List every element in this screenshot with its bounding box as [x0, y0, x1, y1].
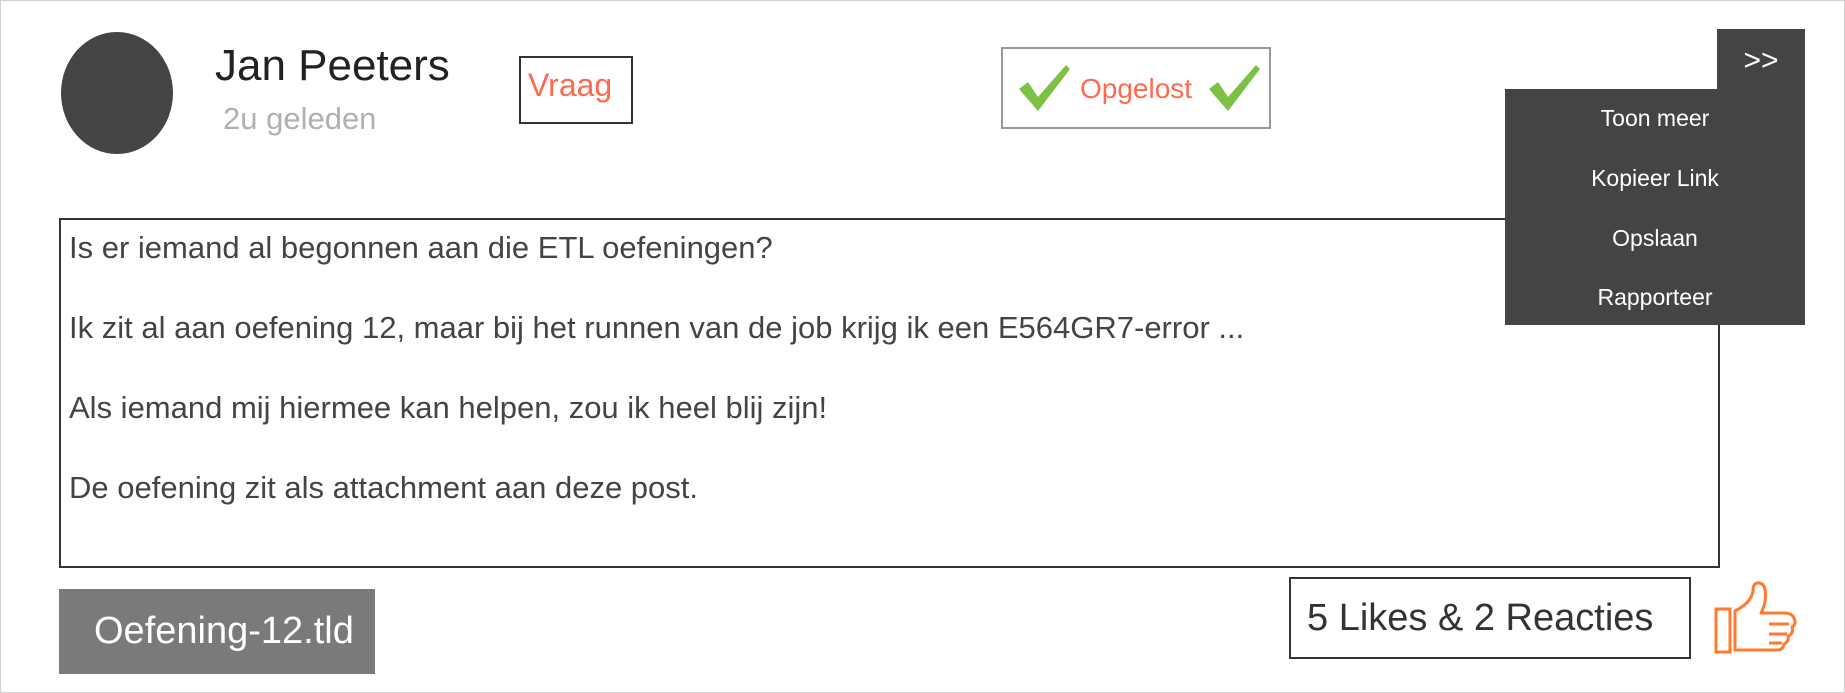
likes-reactions-summary[interactable]: 5 Likes & 2 Reacties [1289, 577, 1691, 659]
menu-toggle-button[interactable]: >> [1717, 29, 1805, 93]
status-label: Opgelost [1080, 73, 1193, 104]
menu-item-kopieer-link[interactable]: Kopieer Link [1505, 165, 1805, 192]
checkmark-icon [1019, 65, 1070, 111]
post-paragraph: Is er iemand al begonnen aan die ETL oef… [69, 230, 773, 265]
post-paragraph: De oefening zit als attachment aan deze … [69, 470, 699, 505]
author-name[interactable]: Jan Peeters [215, 41, 450, 91]
post-paragraph: Als iemand mij hiermee kan helpen, zou i… [69, 390, 828, 425]
post-card: Jan Peeters 2u geleden Vraag Opgelost Is… [0, 0, 1845, 693]
post-body: Is er iemand al begonnen aan die ETL oef… [59, 218, 1720, 568]
attachment-download-button[interactable]: Oefening-12.tld [59, 589, 375, 674]
post-timestamp: 2u geleden [223, 101, 377, 136]
post-paragraph: Ik zit al aan oefening 12, maar bij het … [69, 310, 1245, 345]
menu-item-toon-meer[interactable]: Toon meer [1505, 105, 1805, 132]
avatar[interactable] [61, 32, 173, 154]
checkmark-icon [1209, 65, 1260, 111]
status-badge: Opgelost [1001, 47, 1271, 129]
post-type-badge: Vraag [519, 56, 633, 124]
thumbs-up-icon[interactable] [1713, 579, 1799, 655]
menu-item-opslaan[interactable]: Opslaan [1505, 225, 1805, 252]
menu-item-rapporteer[interactable]: Rapporteer [1505, 284, 1805, 311]
post-options-menu: Toon meer Kopieer Link Opslaan Rapportee… [1505, 89, 1805, 325]
